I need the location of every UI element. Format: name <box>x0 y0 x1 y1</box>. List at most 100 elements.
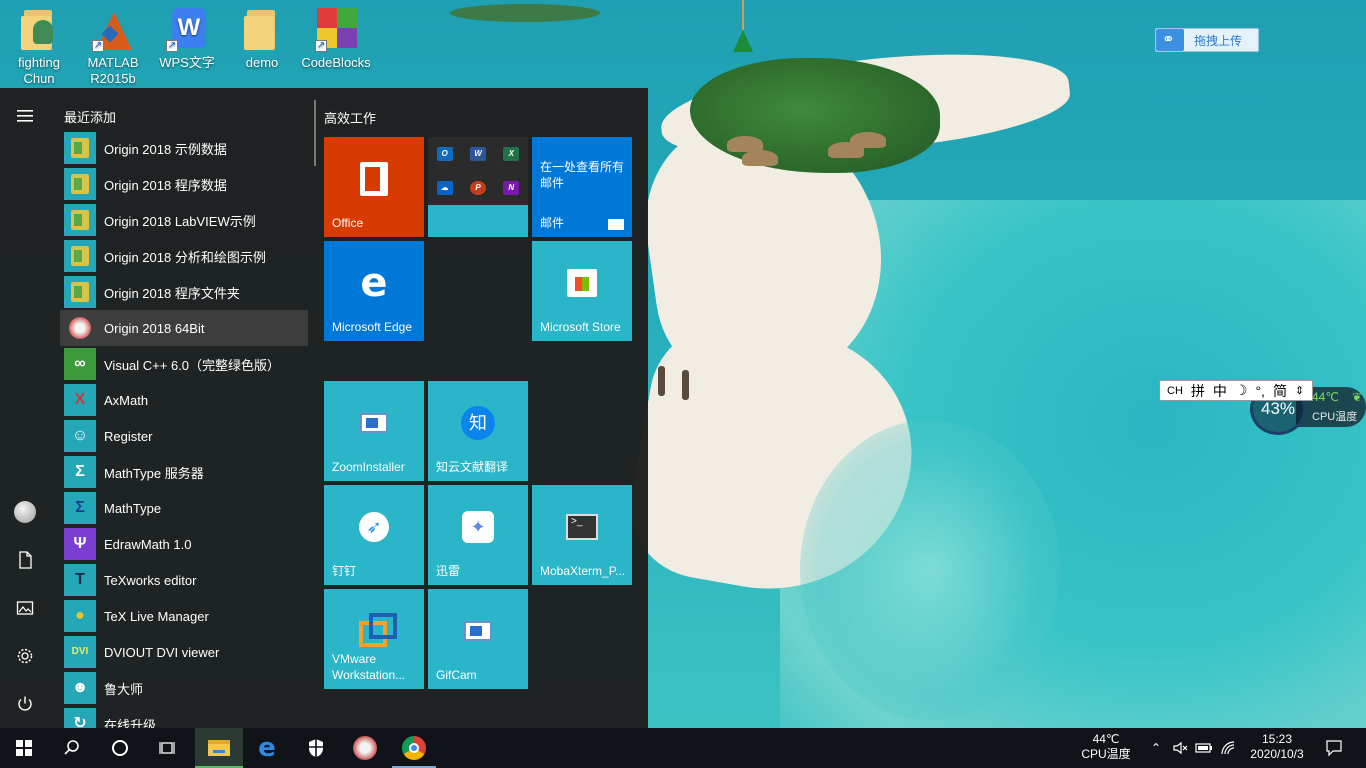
word-icon: W <box>469 147 486 161</box>
battery-button[interactable] <box>1192 728 1216 768</box>
tile-office-apps[interactable]: O W X ☁ P N <box>428 137 528 237</box>
tile-store[interactable]: Microsoft Store <box>532 241 632 341</box>
app-list-scrollbar[interactable] <box>314 100 316 166</box>
taskbar-file-explorer[interactable] <box>195 728 243 768</box>
volume-button[interactable] <box>1168 728 1192 768</box>
christmas-tree-icon[interactable] <box>733 0 753 58</box>
axmath-icon: X <box>64 384 96 416</box>
tile-zoominstaller[interactable]: ZoomInstaller <box>324 381 424 481</box>
app-list-item[interactable]: Origin 2018 分析和绘图示例 <box>60 238 308 274</box>
tray-cpu-temp[interactable]: 44℃ CPU温度 <box>1070 728 1142 768</box>
shortcut-arrow-icon: ↗ <box>315 40 327 52</box>
outlook-icon: O <box>436 147 453 161</box>
network-button[interactable] <box>1216 728 1240 768</box>
power-button[interactable] <box>0 682 50 726</box>
search-icon <box>64 740 79 755</box>
desktop-icon-codeblocks[interactable]: ↗ CodeBlocks <box>297 6 375 71</box>
app-list-item[interactable]: ☻ 鲁大师 <box>60 670 308 706</box>
app-list-item[interactable]: Origin 2018 程序数据 <box>60 166 308 202</box>
wallpaper-hut <box>850 132 886 148</box>
document-icon <box>19 551 32 569</box>
app-list-item[interactable]: Σ MathType 服务器 <box>60 454 308 490</box>
ime-pinyin[interactable]: 拼 <box>1191 381 1205 401</box>
taskbar-origin[interactable] <box>341 728 389 768</box>
matlab-icon: ↗ <box>90 6 136 52</box>
expand-menu-button[interactable] <box>0 94 50 138</box>
app-list-item[interactable]: ∞ Visual C++ 6.0（完整绿色版） <box>60 346 308 382</box>
moon-icon[interactable]: ☽ <box>1235 382 1248 399</box>
ime-punct[interactable]: °, <box>1255 383 1265 399</box>
tile-office[interactable]: Office <box>324 137 424 237</box>
tile-vmware[interactable]: VMware Workstation... <box>324 589 424 689</box>
app-list-item[interactable]: Ψ EdrawMath 1.0 <box>60 526 308 562</box>
app-list-item[interactable]: ☺ Register <box>60 418 308 454</box>
desktop-icon-demo[interactable]: demo <box>223 6 301 71</box>
taskbar-security[interactable] <box>292 728 340 768</box>
ime-toolbar[interactable]: CH 拼 中 ☽ °, 简 ⇕ <box>1159 380 1313 401</box>
desktop-icon-fighting-chun[interactable]: fighting Chun <box>0 6 78 87</box>
wallpaper-people <box>652 364 698 400</box>
show-hidden-icons-button[interactable]: ⌃ <box>1144 728 1168 768</box>
app-list[interactable]: Origin 2018 示例数据 Origin 2018 程序数据 Origin… <box>60 130 308 728</box>
installer-icon <box>360 413 388 433</box>
start-button[interactable] <box>0 728 48 768</box>
windows-logo-icon <box>16 740 32 756</box>
clock[interactable]: 15:23 2020/10/3 <box>1242 728 1312 768</box>
app-list-item[interactable]: X AxMath <box>60 382 308 418</box>
origin-folder-icon <box>64 276 96 308</box>
desktop-icon-matlab[interactable]: ↗ MATLAB R2015b <box>74 6 152 87</box>
office-logo-icon <box>360 162 388 196</box>
mathtype-icon: Σ <box>64 492 96 524</box>
tile-mobaxterm[interactable]: >_ MobaXterm_P... <box>532 485 632 585</box>
tile-mail[interactable]: 在一处查看所有邮件 邮件 <box>532 137 632 237</box>
visual-cpp-icon: ∞ <box>64 348 96 380</box>
recently-added-heading: 最近添加 <box>64 110 117 125</box>
wps-writer-icon: W ↗ <box>164 6 210 52</box>
update-icon: ↻ <box>64 708 96 728</box>
app-list-item[interactable]: DVI DVIOUT DVI viewer <box>60 634 308 670</box>
origin-folder-icon <box>64 240 96 272</box>
app-list-item[interactable]: T TeXworks editor <box>60 562 308 598</box>
app-list-item[interactable]: ↻ 在线升级 <box>60 706 308 728</box>
search-button[interactable] <box>48 728 96 768</box>
pictures-button[interactable] <box>0 586 50 630</box>
app-list-item[interactable]: Σ MathType <box>60 490 308 526</box>
ime-simplified[interactable]: 简 <box>1273 381 1287 401</box>
ime-chinese[interactable]: 中 <box>1213 381 1227 401</box>
volume-muted-icon <box>1173 741 1188 755</box>
start-rail <box>0 88 50 728</box>
shortcut-arrow-icon: ↗ <box>92 40 104 52</box>
desktop-icon-label: fighting Chun <box>18 55 60 86</box>
zhiyun-icon: 知 <box>461 406 495 440</box>
app-list-item[interactable]: ● TeX Live Manager <box>60 598 308 634</box>
tile-dingtalk[interactable]: ➶ 钉钉 <box>324 485 424 585</box>
documents-button[interactable] <box>0 538 50 582</box>
app-list-item[interactable]: Origin 2018 64Bit <box>60 310 308 346</box>
tile-gifcam[interactable]: GifCam <box>428 589 528 689</box>
action-center-button[interactable] <box>1314 728 1354 768</box>
taskbar-chrome[interactable] <box>390 728 438 768</box>
ime-lang[interactable]: CH <box>1167 385 1183 397</box>
tray-cpu-temp-label: CPU温度 <box>1081 747 1131 761</box>
baidu-upload-widget[interactable]: 拖拽上传 <box>1155 28 1259 52</box>
register-icon: ☺ <box>64 420 96 452</box>
account-button[interactable] <box>0 490 50 534</box>
dviout-icon: DVI <box>64 636 96 668</box>
origin-folder-icon <box>64 132 96 164</box>
edge-icon: e <box>258 733 276 763</box>
app-list-item[interactable]: Origin 2018 程序文件夹 <box>60 274 308 310</box>
taskbar-edge[interactable]: e <box>243 728 291 768</box>
settings-button[interactable] <box>0 634 50 678</box>
cortana-button[interactable] <box>96 728 144 768</box>
task-view-button[interactable] <box>144 728 192 768</box>
app-list-item[interactable]: Origin 2018 LabVIEW示例 <box>60 202 308 238</box>
tile-zhiyun[interactable]: 知 知云文献翻译 <box>428 381 528 481</box>
tile-xunlei[interactable]: ✦ 迅雷 <box>428 485 528 585</box>
tile-edge[interactable]: e Microsoft Edge <box>324 241 424 341</box>
app-list-item[interactable]: Origin 2018 示例数据 <box>60 130 308 166</box>
ime-menu-icon[interactable]: ⇕ <box>1295 384 1304 397</box>
battery-icon <box>1195 743 1212 753</box>
codeblocks-icon: ↗ <box>313 6 359 52</box>
folder-icon <box>244 10 275 50</box>
desktop-icon-wps[interactable]: W ↗ WPS文字 <box>148 6 226 71</box>
